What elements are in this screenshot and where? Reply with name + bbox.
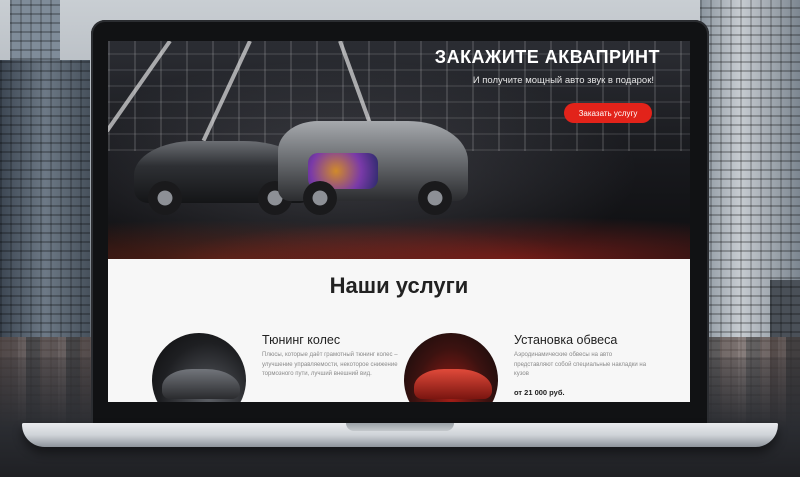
service-title: Установка обвеса <box>514 333 618 347</box>
car-wheel <box>148 181 182 215</box>
wheel-car-photo <box>152 333 246 402</box>
hero-title: ЗАКАЖИТЕ АКВАПРИНТ <box>434 47 660 67</box>
car-wheel <box>303 181 337 215</box>
hero-subtitle: И получите мощный авто звук в подарок! <box>472 75 654 86</box>
services-heading: Наши услуги <box>329 273 469 298</box>
service-description: Плюсы, которые даёт грамотный тюнинг кол… <box>262 352 398 377</box>
service-title: Тюнинг колес <box>262 333 341 347</box>
hero-banner: ЗАКАЖИТЕ АКВАПРИНТ И получите мощный авт… <box>108 41 690 259</box>
background-building <box>10 0 60 60</box>
service-price: от 21 000 руб. <box>514 388 565 397</box>
service-description: Аэродинамические обвесы на авто представ… <box>514 352 647 377</box>
order-service-button[interactable]: Заказать услугу <box>564 103 652 123</box>
laptop-notch <box>346 423 454 431</box>
laptop-screen: ЗАКАЖИТЕ АКВАПРИНТ И получите мощный авт… <box>108 41 690 402</box>
floor-glow <box>108 209 690 259</box>
red-car-photo <box>404 333 498 402</box>
services-section: Наши услуги Тюнинг колес Плюсы, которые … <box>108 259 690 402</box>
car-wheel <box>418 181 452 215</box>
